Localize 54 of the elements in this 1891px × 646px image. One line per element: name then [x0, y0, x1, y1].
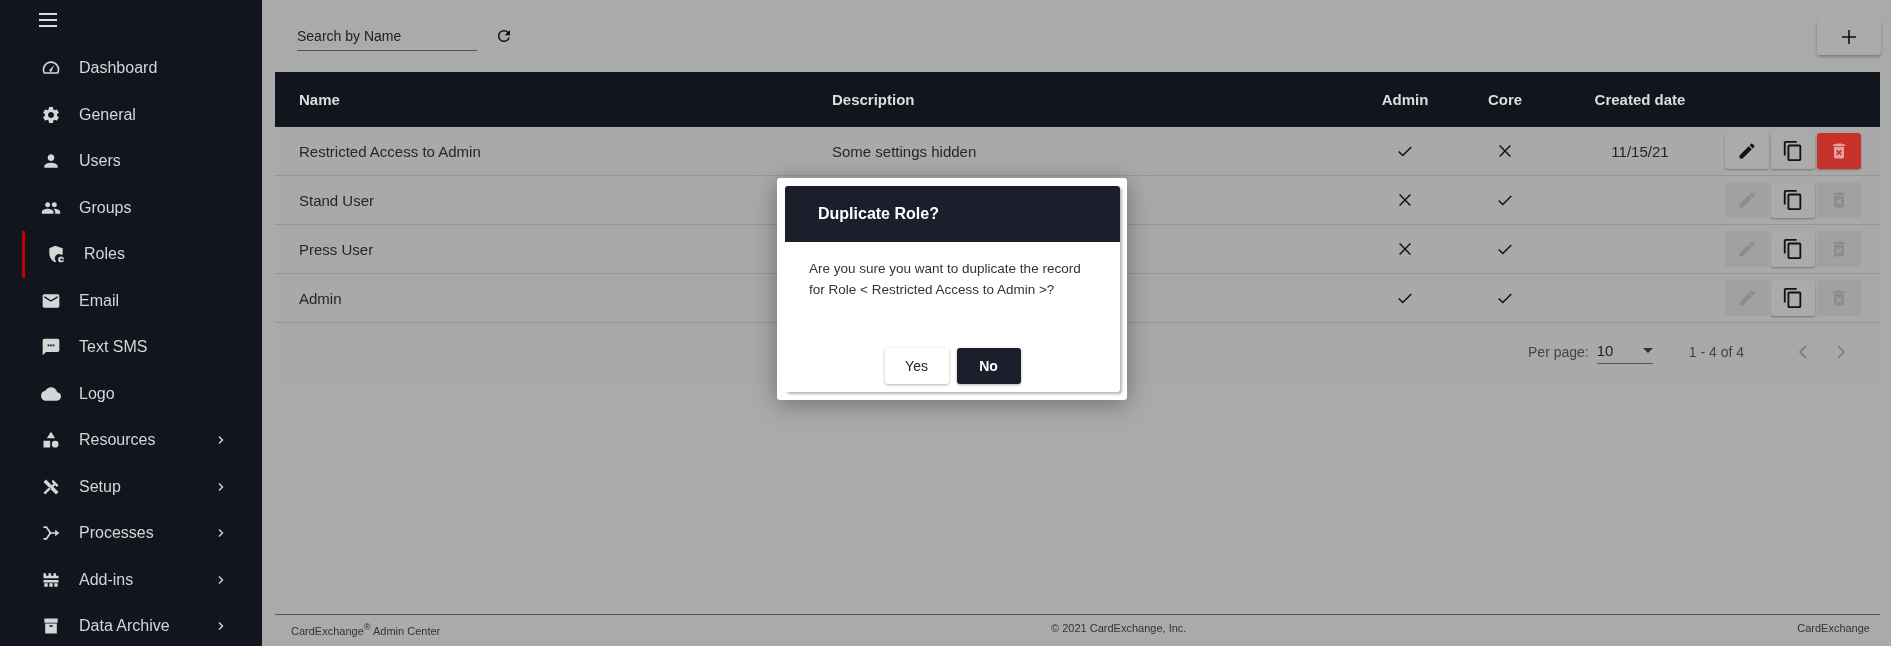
edit-button[interactable]: [1725, 133, 1769, 169]
refresh-icon[interactable]: [495, 27, 513, 45]
table-cell: 11/15/21: [1611, 142, 1669, 160]
box-icon: [41, 616, 61, 637]
footer-text: CardExchange$^{®}$ Admin Center: [291, 622, 441, 637]
pencil-icon: [1737, 141, 1757, 161]
add-button[interactable]: [1817, 19, 1881, 55]
sidebar-item[interactable]: Logo: [5, 370, 262, 417]
duplicate-button[interactable]: [1771, 133, 1815, 169]
dropdown-icon: [1642, 347, 1653, 354]
sidebar-item[interactable]: Add-ins: [5, 556, 262, 603]
sidebar-item[interactable]: Dashboard: [5, 45, 262, 92]
duplicate-button[interactable]: [1771, 231, 1815, 267]
shapes-icon: [41, 430, 61, 451]
sidebar-item[interactable]: Data Archive: [5, 603, 262, 646]
gear-icon: [41, 104, 61, 125]
sidebar-item[interactable]: Users: [5, 138, 262, 185]
dialog-button[interactable]: Yes: [884, 348, 949, 384]
sidebar-item[interactable]: Resources: [5, 417, 262, 464]
column-header[interactable]: Core: [1455, 91, 1555, 108]
sidebar-item[interactable]: Roles: [22, 231, 262, 278]
per-page-label: Per page:: [1528, 344, 1589, 360]
table-cell-text: Press User: [298, 240, 375, 258]
sidebar-item[interactable]: General: [5, 91, 262, 138]
duplicate-button[interactable]: [1771, 280, 1815, 316]
column-header[interactable]: Name: [275, 91, 808, 108]
sidebar-item[interactable]: Setup: [5, 463, 262, 510]
table-cell-text: Stand User: [298, 191, 376, 209]
sidebar-item[interactable]: Groups: [5, 184, 262, 231]
table-cell-text: Some settings hidden: [831, 142, 978, 160]
sidebar-item[interactable]: Processes: [5, 510, 262, 557]
footer-text: CardExchange: [1797, 622, 1870, 637]
sidebar-item[interactable]: Email: [5, 277, 262, 324]
confirm-button[interactable]: No: [956, 348, 1021, 384]
column-header[interactable]: Admin: [1355, 91, 1455, 108]
copyright-text: © 2021 CardExchange, Inc.: [1051, 622, 1187, 637]
dialog-message: Are you sure you want to duplicate the record for Role < Restricted Access to Admin >?: [809, 260, 1082, 299]
copy-icon: [1782, 140, 1804, 162]
search-field[interactable]: Search by Name: [297, 21, 477, 51]
copy-icon: [1782, 287, 1804, 309]
table-cell-text: Admin: [298, 289, 343, 307]
per-page-select[interactable]: 10: [1596, 340, 1653, 364]
table-cell-text: Restricted Access to Admin: [298, 142, 482, 160]
column-header[interactable]: Created date: [1555, 91, 1725, 108]
copy-icon: [1782, 189, 1804, 211]
copy-icon: [1782, 238, 1804, 260]
dialog-title: Duplicate Role?: [818, 205, 939, 223]
shield-icon: [46, 244, 66, 265]
plus-icon: [1841, 29, 1857, 45]
column-header[interactable]: Description: [808, 91, 1355, 108]
sidebar-item[interactable]: Text SMS: [5, 324, 262, 371]
menu-icon[interactable]: [38, 12, 58, 28]
duplicate-button[interactable]: [1771, 182, 1815, 218]
page-range: 1 - 4 of 4: [1688, 344, 1744, 360]
